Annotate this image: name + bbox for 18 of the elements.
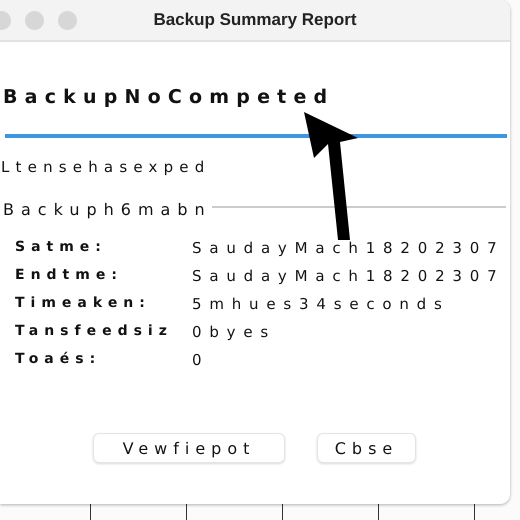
view-report-button[interactable]: Vewfiepot (93, 433, 285, 463)
status-message: Ltensehasexped (1, 158, 210, 176)
field-label: Satme: (15, 239, 108, 257)
field-value: SaudayMach18202307 (192, 267, 506, 285)
section-title: Backuph6mabn (3, 200, 212, 219)
field-value: 0 (192, 351, 210, 369)
status-heading: BackupNoCompeted (3, 86, 334, 108)
field-value: 0byes (192, 323, 277, 341)
window-title: Backup Summary Report (153, 10, 357, 30)
field-label: Endtme: (15, 267, 124, 285)
close-button[interactable]: Cbse (317, 433, 416, 463)
field-value: SaudayMach18202307 (192, 239, 506, 257)
field-label: Timeaken: (15, 295, 152, 313)
field-label: Tansfeedsiz (15, 323, 174, 341)
zoom-button[interactable] (58, 10, 77, 30)
minimize-button[interactable] (25, 10, 44, 30)
field-value: 5mhues34seconds (192, 295, 451, 313)
field-label: Toaés: (15, 351, 102, 369)
